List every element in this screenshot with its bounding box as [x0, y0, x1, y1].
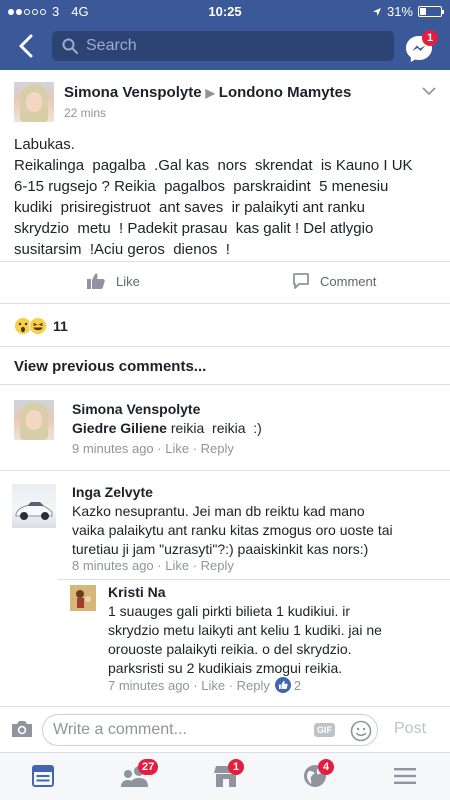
caret-right-icon: ▶ — [205, 86, 215, 100]
comment-text-body: reikia reikia :) — [166, 420, 262, 436]
messenger-button[interactable]: 1 — [404, 30, 438, 64]
comment-like-link[interactable]: Like — [165, 558, 189, 573]
view-previous-comments-link[interactable]: View previous comments... — [14, 358, 206, 375]
comment-reply-link[interactable]: Reply — [201, 558, 234, 573]
commenter-avatar[interactable] — [14, 400, 54, 440]
notifications-badge: 4 — [318, 759, 334, 775]
tab-marketplace[interactable]: 1 — [212, 759, 244, 791]
divider — [0, 470, 450, 471]
comment-timestamp[interactable]: 8 minutes ago — [72, 558, 154, 573]
top-nav-bar: 1 — [0, 22, 450, 70]
camera-icon[interactable] — [10, 719, 34, 739]
reaction-count: 11 — [53, 318, 68, 334]
reply-meta: 7 minutes ago · Like · Reply 2 — [108, 677, 302, 693]
commenter-avatar[interactable] — [70, 585, 96, 611]
comment-author-name[interactable]: Simona Venspolyte — [72, 401, 200, 417]
comment-label: Comment — [320, 273, 377, 289]
comment-bubble-icon — [293, 273, 309, 289]
divider — [58, 579, 450, 580]
back-arrow-icon[interactable] — [14, 32, 38, 60]
divider — [0, 303, 450, 304]
search-bar[interactable] — [52, 31, 394, 61]
reply-author-name[interactable]: Kristi Na — [108, 584, 166, 600]
comment-author-name[interactable]: Inga Zelvyte — [72, 484, 153, 500]
post-author-name[interactable]: Simona Venspolyte — [64, 84, 202, 101]
tab-news-feed[interactable] — [30, 763, 60, 791]
search-input[interactable] — [86, 37, 376, 55]
friend-requests-badge: 27 — [138, 759, 159, 775]
battery-icon — [418, 6, 444, 17]
post-group-name[interactable]: Londono Mamytes — [219, 84, 352, 101]
mention-tag[interactable]: Giedre Giliene — [72, 420, 167, 436]
tab-notifications[interactable]: 4 — [302, 759, 334, 791]
commenter-avatar[interactable] — [12, 484, 56, 528]
bottom-tab-bar: 27 1 4 — [0, 752, 450, 800]
reply-text: 1 suauges gali pirkti bilieta 1 kudikiui… — [108, 603, 382, 676]
messenger-badge: 1 — [422, 30, 438, 46]
like-reaction-icon — [274, 677, 291, 693]
reaction-summary[interactable]: 11 — [14, 317, 68, 335]
tab-menu[interactable] — [392, 763, 422, 791]
status-bar: 3 4G 10:25 31% — [0, 0, 450, 22]
comment-timestamp[interactable]: 9 minutes ago — [72, 441, 154, 456]
post-text: Labukas. Reikalinga pagalba .Gal kas nor… — [14, 136, 413, 258]
marketplace-badge: 1 — [228, 759, 244, 775]
news-feed-icon — [32, 765, 54, 787]
comment-text: Kazko nesuprantu. Jei man db reiktu kad … — [72, 503, 393, 557]
gif-button[interactable]: GIF — [314, 723, 335, 737]
comment-text: Giedre Giliene reikia reikia :) — [72, 419, 262, 438]
like-label: Like — [116, 273, 140, 289]
post-header: Simona Venspolyte ▶ Londono Mamytes 22 min… — [0, 70, 450, 130]
tab-friend-requests[interactable]: 27 — [120, 759, 159, 791]
comment-like-link[interactable]: Like — [201, 678, 225, 693]
thumbs-up-icon — [87, 273, 105, 289]
chevron-down-icon[interactable] — [422, 86, 436, 96]
comment-button[interactable]: Comment — [292, 272, 376, 290]
author-avatar[interactable] — [14, 82, 54, 122]
location-arrow-icon — [372, 7, 381, 16]
post-timestamp[interactable]: 22 mins — [64, 106, 106, 120]
comment-reply-link[interactable]: Reply — [201, 441, 234, 456]
post-actions: Like Comment — [0, 262, 450, 302]
battery-percent: 31% — [386, 4, 413, 19]
menu-icon — [394, 768, 416, 784]
post-comment-button[interactable]: Post — [394, 720, 426, 738]
comment-like-link[interactable]: Like — [165, 441, 189, 456]
reply-like-count: 2 — [293, 677, 302, 693]
comment-timestamp[interactable]: 7 minutes ago — [108, 678, 190, 693]
search-icon — [62, 38, 78, 54]
haha-reaction-icon — [29, 317, 47, 335]
comment-composer: GIF Post — [0, 706, 450, 752]
comment-meta: 9 minutes ago · Like · Reply — [72, 441, 234, 456]
like-button[interactable]: Like — [86, 272, 140, 290]
comment-reply-link[interactable]: Reply — [237, 678, 270, 693]
comment-meta: 8 minutes ago · Like · Reply — [72, 558, 234, 573]
divider — [0, 346, 450, 347]
divider — [0, 384, 450, 385]
emoji-icon[interactable] — [350, 720, 372, 742]
